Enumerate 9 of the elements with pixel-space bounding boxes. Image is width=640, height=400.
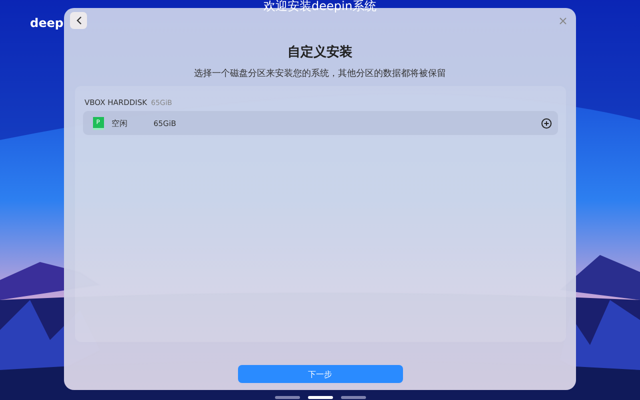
dialog-subtitle: 选择一个磁盘分区来安装您的系统，其他分区的数据都将被保留 — [194, 68, 446, 80]
partition-label: 空闲 — [112, 118, 128, 128]
dialog-title: 自定义安装 — [288, 44, 352, 61]
add-icon[interactable] — [540, 118, 552, 128]
logo: deep — [30, 16, 64, 30]
page-indicator[interactable] — [308, 396, 332, 399]
chevron-left-icon — [76, 16, 82, 25]
close-icon — [558, 16, 568, 26]
back-button[interactable] — [70, 12, 87, 29]
